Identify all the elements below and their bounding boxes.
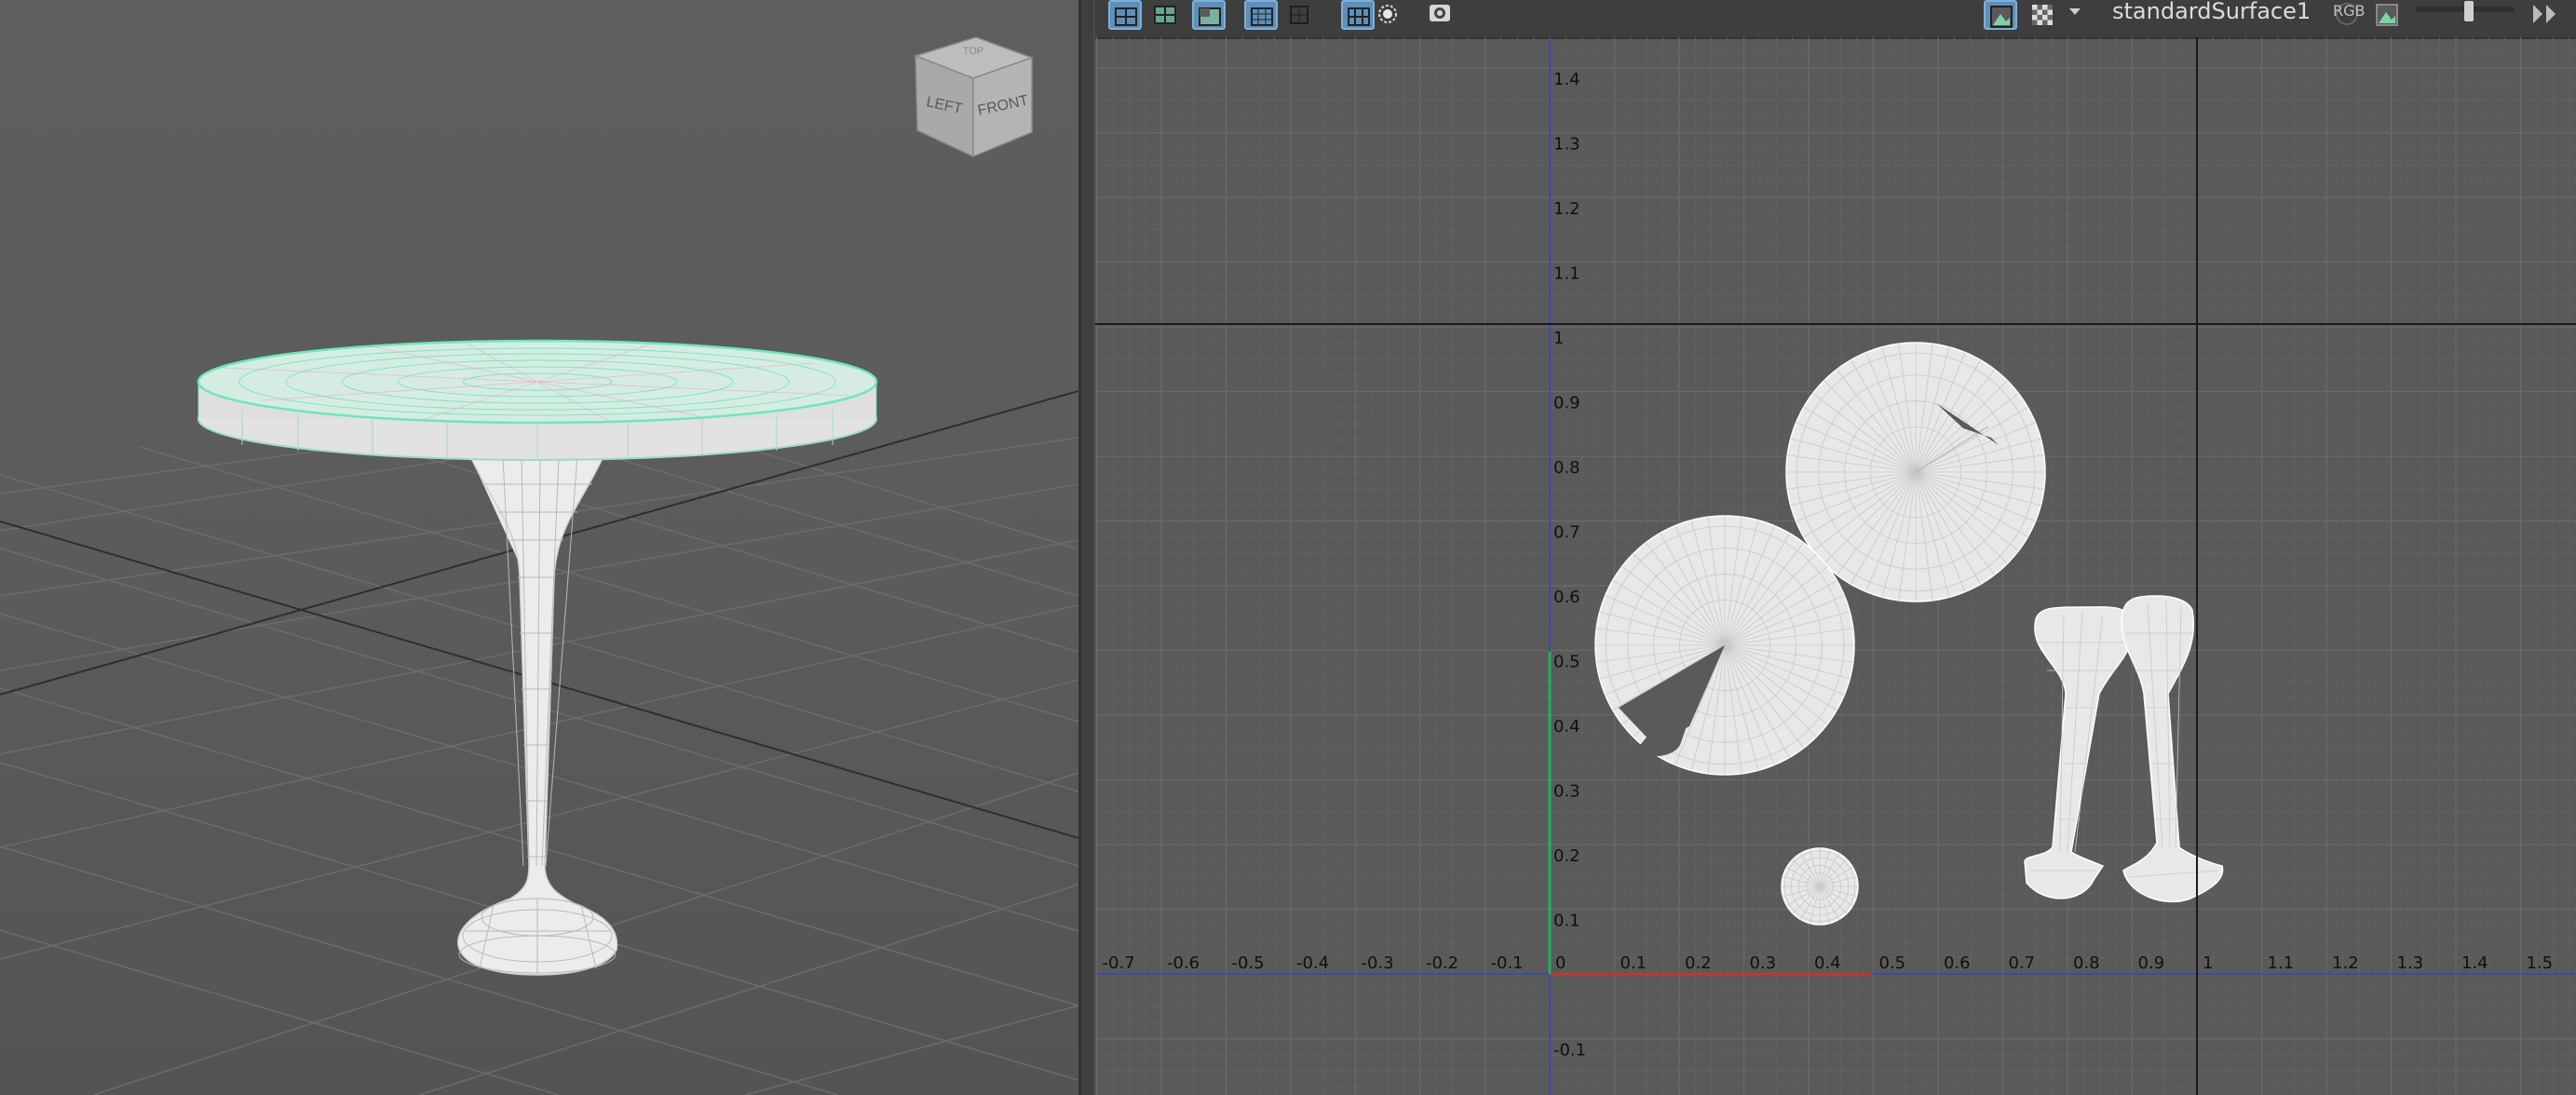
u-tick-label: 0.4 (1814, 953, 1841, 973)
u-tick-label: 1.3 (2397, 953, 2424, 973)
uv-shell-base[interactable] (1781, 847, 1859, 926)
u-tick-label: 0.5 (1879, 953, 1906, 973)
u-tick-label: -0.6 (1167, 953, 1200, 973)
uv-snapshot-icon[interactable] (1371, 0, 1404, 30)
play-icon[interactable] (2526, 0, 2563, 30)
v-tick-label: 0.6 (1553, 588, 1580, 607)
exposure-slider-handle[interactable] (2464, 1, 2474, 21)
v-tick-label: 0.3 (1553, 782, 1580, 802)
exposure-slider[interactable] (2416, 1, 2515, 21)
uv-frame-icon[interactable] (1283, 0, 1317, 30)
u-tick-label: 0.8 (2073, 953, 2100, 973)
v-tick-label: 0.1 (1553, 912, 1580, 931)
v-tick-label: -0.1 (1553, 1041, 1586, 1061)
u-tick-label: 1.2 (2332, 953, 2359, 973)
table-stem[interactable] (457, 455, 618, 976)
uv-editor-toolbar: standardSurface1 RGB (1095, 0, 2576, 39)
rgb-channel-label: RGB (2333, 2, 2366, 20)
dropdown-arrow-icon[interactable] (2064, 0, 2084, 30)
exposure-icon[interactable] (2371, 0, 2405, 30)
uv-grid-icon[interactable] (1244, 0, 1278, 30)
v-tick-label: 0.2 (1553, 846, 1580, 866)
camera-icon[interactable] (1423, 0, 1457, 30)
uv-grid-canvas[interactable]: -0.7 -0.6 -0.5 -0.4 -0.3 -0.2 -0.1 0 0.1 0.2 0.3 0.… (1095, 37, 2576, 1095)
u-tick-label: 1.1 (2268, 953, 2295, 973)
v-tick-label: 1 (1553, 329, 1564, 348)
view-cube[interactable]: TOP LEFT FRONT (913, 36, 1035, 158)
u-tick-label: -0.7 (1103, 953, 1135, 973)
u-tick-label: 1 (2203, 953, 2213, 973)
v-tick-label: 0.4 (1553, 717, 1580, 737)
perspective-viewport[interactable]: TOP LEFT FRONT (0, 0, 1078, 1095)
v-tick-label: 1.4 (1553, 70, 1580, 89)
v-tick-label: 0.5 (1553, 653, 1580, 672)
u-tick-label: 0.3 (1750, 953, 1777, 973)
v-tick-label: 0.8 (1553, 458, 1580, 478)
u-tick-label: -0.1 (1491, 953, 1524, 973)
v-tick-label: 1.3 (1553, 135, 1580, 155)
shader-name[interactable]: standardSurface1 (2112, 0, 2311, 24)
u-tick-label: 0.2 (1685, 953, 1712, 973)
v-tick-label: 1.2 (1553, 199, 1580, 219)
uv-editor-panel[interactable]: standardSurface1 RGB -0.7 -0.6 -0.5 -0.4… (1095, 0, 2576, 1095)
uv-tile-icon[interactable] (1149, 0, 1183, 30)
u-tick-label: 0.6 (1944, 953, 1971, 973)
v-tick-label: 1.1 (1553, 264, 1580, 284)
u-tick-label: 0 (1555, 953, 1566, 973)
uv-shell-stem-b[interactable] (2121, 595, 2224, 903)
view-cube-top-label: TOP (963, 46, 983, 57)
u-tick-label: -0.2 (1426, 953, 1458, 973)
uv-checker-grid-icon[interactable] (1341, 0, 1375, 30)
u-tick-label: 0.1 (1620, 953, 1647, 973)
u-tick-label: 0.7 (2009, 953, 2036, 973)
panel-divider[interactable] (1078, 0, 1095, 1095)
uv-shell-icon[interactable] (1192, 0, 1226, 30)
u-tick-label: -0.3 (1362, 953, 1394, 973)
rgb-channel-icon[interactable]: RGB (2326, 0, 2366, 30)
v-tick-label: 0.9 (1553, 394, 1580, 413)
u-tick-label: 0.9 (2138, 953, 2165, 973)
u-tick-label: -0.4 (1296, 953, 1329, 973)
table-top[interactable] (197, 339, 878, 461)
u-tick-label: 1.4 (2461, 953, 2488, 973)
checker-icon[interactable] (2027, 0, 2060, 30)
image-display-icon[interactable] (1984, 0, 2017, 30)
u-tick-label: 1.5 (2527, 953, 2554, 973)
u-tick-labels: -0.7 -0.6 -0.5 -0.4 -0.3 -0.2 -0.1 0 0.1 0.2 0.3 0.… (1103, 953, 2554, 973)
v-tick-label: 0.7 (1553, 523, 1580, 543)
uv-layout-icon[interactable] (1108, 0, 1142, 30)
u-tick-label: -0.5 (1232, 953, 1265, 973)
uv-shell-table-top-b[interactable] (1594, 515, 1855, 776)
